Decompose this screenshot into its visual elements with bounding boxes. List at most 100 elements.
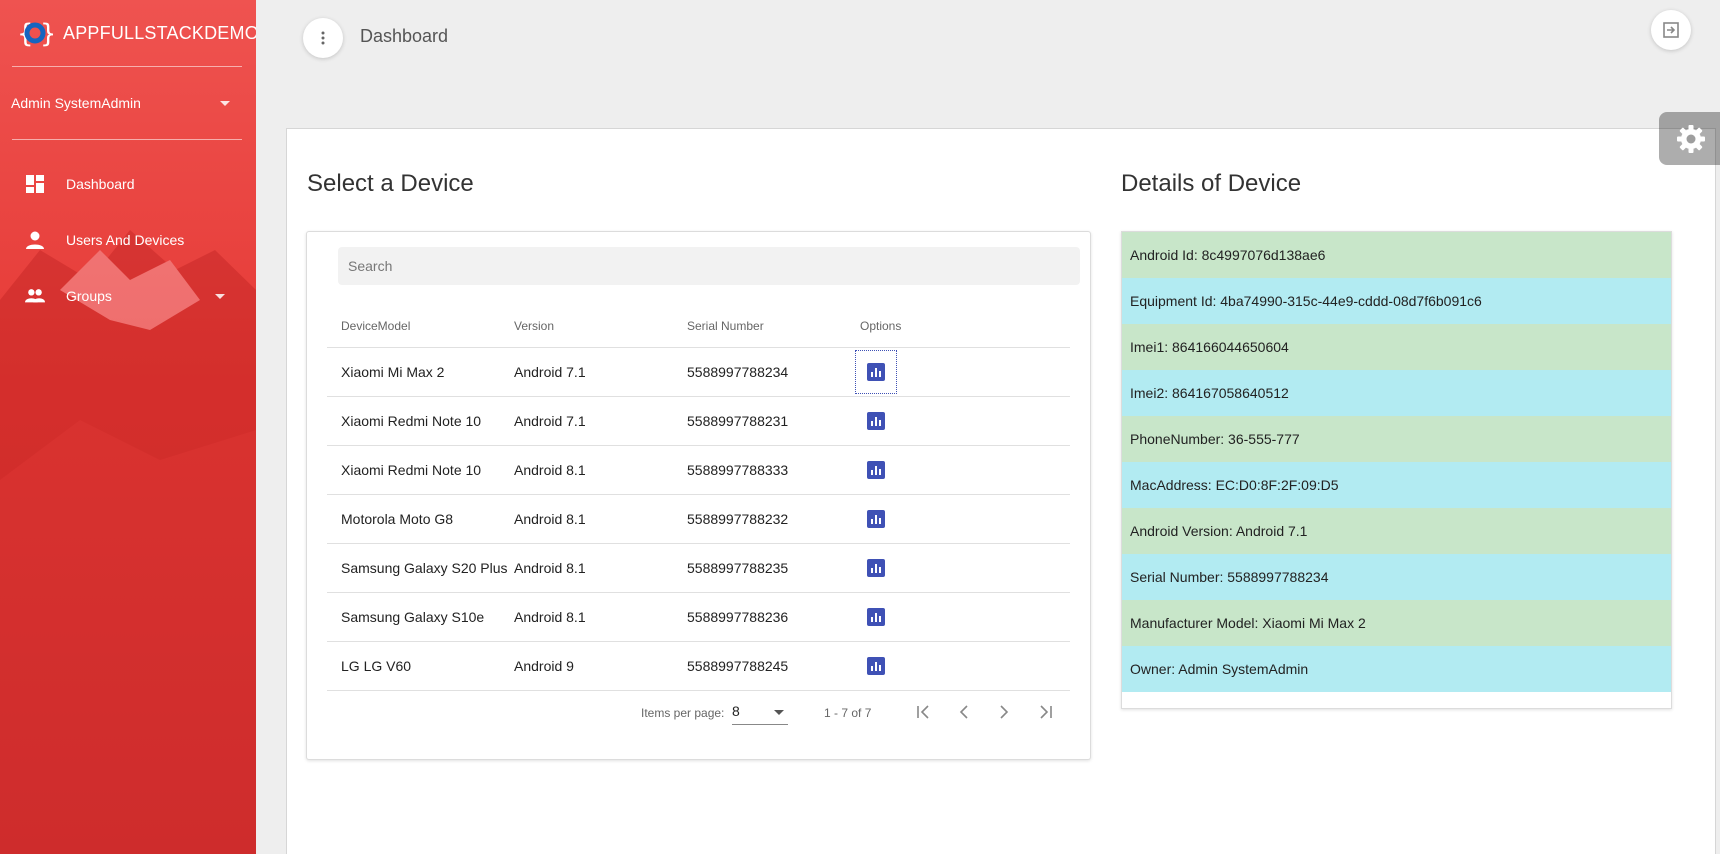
chevron-left-icon <box>959 705 968 719</box>
more-vertical-icon <box>321 31 325 45</box>
column-header-serial-number[interactable]: Serial Number <box>673 319 846 333</box>
first-page-icon <box>917 705 929 719</box>
table-row[interactable]: Samsung Galaxy S20 Plus Android 8.1 5588… <box>327 544 1070 593</box>
detail-android-version: Android Version: Android 7.1 <box>1122 508 1671 554</box>
dashboard-icon <box>25 174 45 194</box>
column-header-device-model[interactable]: DeviceModel <box>327 319 500 333</box>
view-chart-button[interactable] <box>856 596 896 638</box>
settings-button[interactable] <box>1659 112 1720 165</box>
cell-serial-number: 5588997788232 <box>687 511 789 527</box>
gear-icon <box>1677 124 1705 153</box>
detail-serial-number: Serial Number: 5588997788234 <box>1122 554 1671 600</box>
paginator: Items per page: 8 1 - 7 of 7 <box>307 687 1092 737</box>
bar-chart-icon <box>867 363 885 381</box>
cell-serial-number: 5588997788235 <box>687 560 789 576</box>
search-input[interactable] <box>338 247 1080 285</box>
brand[interactable]: { } APPFULLSTACKDEMO <box>0 0 256 66</box>
table-row[interactable]: Motorola Moto G8 Android 8.1 55889977882… <box>327 495 1070 544</box>
detail-owner: Owner: Admin SystemAdmin <box>1122 646 1671 692</box>
page-size-select[interactable]: 8 <box>732 699 788 725</box>
table-row[interactable]: Xiaomi Redmi Note 10 Android 8.1 5588997… <box>327 446 1070 495</box>
view-chart-button[interactable] <box>856 400 896 442</box>
user-menu[interactable]: Admin SystemAdmin <box>0 67 256 139</box>
cell-serial-number: 5588997788234 <box>687 364 789 380</box>
cell-version: Android 8.1 <box>514 609 586 625</box>
details-title: Details of Device <box>1121 170 1302 197</box>
table-row[interactable]: Xiaomi Mi Max 2 Android 7.1 558899778823… <box>327 348 1070 397</box>
column-header-options: Options <box>860 318 902 333</box>
brand-name: APPFULLSTACKDEMO <box>63 22 256 43</box>
bar-chart-icon <box>867 461 885 479</box>
table-row[interactable]: LG LG V60 Android 9 5588997788245 <box>327 642 1070 691</box>
sidebar-divider <box>12 139 242 140</box>
cell-device-model: Xiaomi Mi Max 2 <box>341 364 445 380</box>
device-details-list: Android Id: 8c4997076d138ae6 Equipment I… <box>1121 231 1672 709</box>
detail-android-id: Android Id: 8c4997076d138ae6 <box>1122 232 1671 278</box>
devices-table-card: DeviceModel Version Serial Number Option… <box>306 231 1091 760</box>
cell-serial-number: 5588997788231 <box>687 413 789 429</box>
cell-device-model: Samsung Galaxy S20 Plus <box>341 560 508 576</box>
cell-version: Android 9 <box>514 658 574 674</box>
table-row[interactable]: Samsung Galaxy S10e Android 8.1 55889977… <box>327 593 1070 642</box>
devices-title: Select a Device <box>307 170 474 197</box>
cell-serial-number: 5588997788236 <box>687 609 789 625</box>
view-chart-button[interactable] <box>855 350 897 394</box>
last-page-icon <box>1040 705 1052 719</box>
bar-chart-icon <box>867 510 885 528</box>
last-page-button[interactable] <box>1031 699 1059 725</box>
sidebar-item-label: Users And Devices <box>66 232 185 248</box>
more-options-button[interactable] <box>303 18 343 58</box>
next-page-button[interactable] <box>990 699 1018 725</box>
previous-page-button[interactable] <box>950 699 978 725</box>
detail-equipment-id: Equipment Id: 4ba74990-315c-44e9-cddd-08… <box>1122 278 1671 324</box>
sidebar: { } APPFULLSTACKDEMO Admin SystemAdmin D… <box>0 0 256 854</box>
cell-version: Android 7.1 <box>514 364 586 380</box>
chevron-right-icon <box>1000 705 1009 719</box>
detail-phone-number: PhoneNumber: 36-555-777 <box>1122 416 1671 462</box>
cell-version: Android 7.1 <box>514 413 586 429</box>
detail-imei2: Imei2: 864167058640512 <box>1122 370 1671 416</box>
cell-device-model: Xiaomi Redmi Note 10 <box>341 462 482 478</box>
view-chart-button[interactable] <box>856 547 896 589</box>
cell-version: Android 8.1 <box>514 511 586 527</box>
cell-version: Android 8.1 <box>514 560 586 576</box>
person-icon <box>25 230 45 250</box>
detail-imei1: Imei1: 864166044650604 <box>1122 324 1671 370</box>
chevron-down-icon <box>774 710 784 715</box>
bar-chart-icon <box>867 657 885 675</box>
chevron-down-icon <box>215 294 225 299</box>
column-header-version[interactable]: Version <box>500 319 673 333</box>
cell-version: Android 8.1 <box>514 462 586 478</box>
table-body: Xiaomi Mi Max 2 Android 7.1 558899778823… <box>327 348 1070 691</box>
view-chart-button[interactable] <box>856 449 896 491</box>
table-header: DeviceModel Version Serial Number Option… <box>327 304 1070 348</box>
view-chart-button[interactable] <box>856 645 896 687</box>
cell-serial-number: 5588997788333 <box>687 462 789 478</box>
sidebar-item-label: Dashboard <box>66 176 135 192</box>
cell-device-model: Motorola Moto G8 <box>341 511 454 527</box>
sidebar-item-users-and-devices[interactable]: Users And Devices <box>0 212 256 268</box>
sidebar-item-groups[interactable]: Groups <box>0 268 256 324</box>
group-icon <box>25 286 45 306</box>
cell-serial-number: 5588997788245 <box>687 658 789 674</box>
app-logo-icon: { } <box>17 15 57 51</box>
view-chart-button[interactable] <box>856 498 896 540</box>
first-page-button[interactable] <box>910 699 938 725</box>
sidebar-item-dashboard[interactable]: Dashboard <box>0 156 256 212</box>
user-name: Admin SystemAdmin <box>11 95 141 111</box>
logout-button[interactable] <box>1651 10 1691 50</box>
table-row[interactable]: Xiaomi Redmi Note 10 Android 7.1 5588997… <box>327 397 1070 446</box>
page-range-label: 1 - 7 of 7 <box>824 706 872 720</box>
bar-chart-icon <box>867 608 885 626</box>
bar-chart-icon <box>867 559 885 577</box>
chevron-down-icon <box>220 100 230 106</box>
cell-device-model: LG LG V60 <box>341 658 412 674</box>
page-title: Dashboard <box>360 26 449 46</box>
detail-manufacturer-model: Manufacturer Model: Xiaomi Mi Max 2 <box>1122 600 1671 646</box>
bar-chart-icon <box>867 412 885 430</box>
cell-device-model: Xiaomi Redmi Note 10 <box>341 413 482 429</box>
sidebar-item-label: Groups <box>66 288 112 304</box>
page-size-value: 8 <box>732 703 740 719</box>
cell-device-model: Samsung Galaxy S10e <box>341 609 485 625</box>
sidebar-nav: Dashboard Users And Devices Groups <box>0 156 256 324</box>
